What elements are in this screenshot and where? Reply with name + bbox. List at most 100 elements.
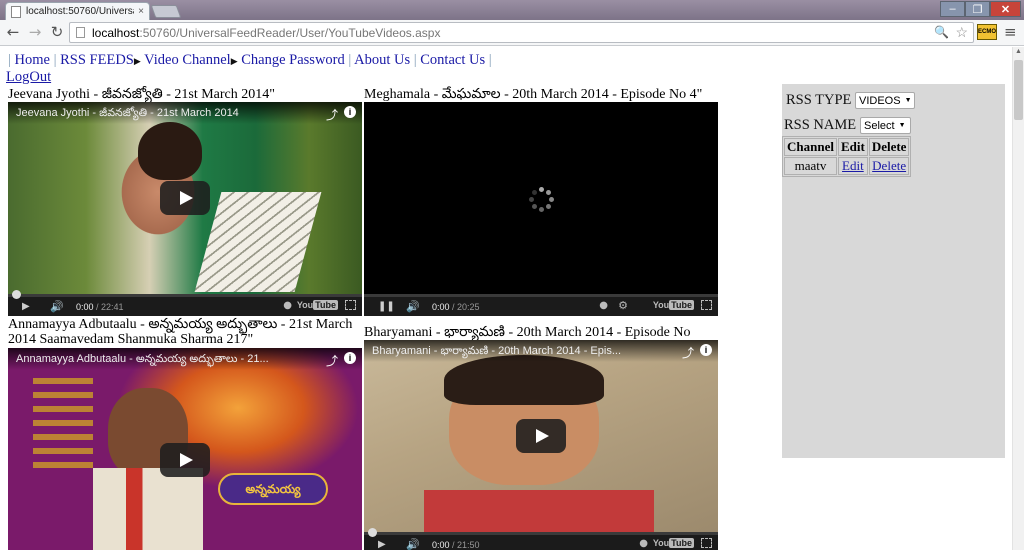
rss-name-value: Select — [864, 119, 895, 132]
maximize-button[interactable]: ❐ — [965, 1, 990, 17]
scrollbar-thumb[interactable] — [1014, 60, 1023, 120]
column-header: Channel — [784, 138, 837, 156]
play-button[interactable] — [160, 443, 210, 477]
time-duration: / 22:41 — [93, 302, 124, 312]
scrubber-handle[interactable] — [368, 528, 377, 537]
share-icon[interactable]: ⤴ — [326, 352, 338, 369]
address-bar[interactable]: localhost:50760/UniversalFeedReader/User… — [69, 22, 974, 43]
annotations-icon[interactable]: ● — [283, 300, 292, 311]
time-current: 0:00 — [432, 540, 450, 550]
edit-link[interactable]: Edit — [842, 158, 864, 173]
player-controls: ❚❚ 🔊 0:00 / 20:25 ⚙ ● You Tube — [364, 294, 718, 316]
play-icon[interactable]: ▶ — [378, 539, 386, 550]
volume-icon[interactable]: 🔊 — [406, 300, 420, 313]
channel-cell: maatv — [784, 157, 837, 175]
share-icon[interactable]: ⤴ — [682, 344, 694, 361]
page-icon — [76, 27, 85, 38]
time-display: 0:00 / 22:41 — [76, 302, 124, 312]
play-button[interactable] — [160, 181, 210, 215]
close-window-button[interactable]: ✕ — [990, 1, 1021, 17]
rss-type-value: VIDEOS — [859, 94, 901, 107]
forward-arrow-icon[interactable]: → — [25, 22, 45, 42]
nav-video-channel-link[interactable]: Video Channel — [144, 52, 231, 68]
progress-bar[interactable] — [364, 528, 718, 537]
logout-link[interactable]: LogOut — [6, 69, 51, 86]
fullscreen-icon[interactable] — [701, 538, 712, 548]
site-nav-menu: | Home | RSS FEEDS▶ Video Channel▶ Chang… — [8, 52, 492, 68]
window-titlebar: localhost:50760/Universal × – ❐ ✕ — [0, 0, 1024, 20]
browser-menu-icon[interactable]: ≡ — [1004, 23, 1017, 41]
nav-change-password-link[interactable]: Change Password — [241, 52, 345, 68]
page-favicon-icon — [11, 5, 21, 18]
video-player[interactable]: Jeevana Jyothi - జీవనజ్యోతి - 21st March… — [8, 102, 362, 316]
bookmark-star-icon[interactable]: ☆ — [955, 24, 968, 41]
player-title[interactable]: Bharyamani - భార్యామణి - 20th March 2014… — [364, 340, 718, 362]
submenu-arrow-icon: ▶ — [133, 56, 141, 66]
player-title[interactable]: Jeevana Jyothi - జీవనజ్యోతి - 21st March… — [8, 102, 362, 124]
reload-icon[interactable]: ↻ — [47, 22, 67, 42]
rss-type-label: RSS TYPE — [786, 92, 852, 108]
youtube-logo[interactable]: You Tube — [653, 300, 694, 310]
nav-about-us-link[interactable]: About Us — [354, 52, 410, 68]
vertical-scrollbar[interactable]: ▲ — [1012, 47, 1024, 550]
fullscreen-icon[interactable] — [701, 300, 712, 310]
column-header: Delete — [868, 138, 910, 156]
fullscreen-icon[interactable] — [345, 300, 356, 310]
time-display: 0:00 / 21:50 — [432, 540, 480, 550]
player-title[interactable]: Annamayya Adbutaalu - అన్నమయ్య అద్భుతాలు… — [8, 348, 362, 370]
time-display: 0:00 / 20:25 — [432, 302, 480, 312]
youtube-logo[interactable]: You Tube — [653, 538, 694, 548]
extension-icon[interactable]: ECMO — [977, 24, 997, 40]
video-player[interactable]: ❚❚ 🔊 0:00 / 20:25 ⚙ ● You Tube — [364, 102, 718, 316]
annotations-icon[interactable]: ● — [599, 300, 608, 311]
player-controls: ▶ 🔊 0:00 / 21:50 ● You Tube — [364, 528, 718, 550]
youtube-logo[interactable]: You Tube — [297, 300, 338, 310]
nav-contact-us-link[interactable]: Contact Us — [420, 52, 485, 68]
info-icon[interactable]: i — [700, 344, 712, 356]
video-title: Jeevana Jyothi - జీవనజ్యోతి - 21st March… — [8, 87, 275, 102]
settings-gear-icon[interactable]: ⚙ — [618, 299, 628, 312]
url-host: localhost — [92, 25, 140, 40]
scrubber-handle[interactable] — [12, 290, 21, 299]
video-title: Annamayya Adbutaalu - అన్నమయ్య అద్భుతాలు… — [8, 317, 353, 347]
progress-bar[interactable] — [364, 294, 718, 297]
back-arrow-icon[interactable]: ← — [3, 22, 23, 42]
browser-tab[interactable]: localhost:50760/Universal × — [5, 2, 150, 20]
channel-table: Channel Edit Delete maatv Edit Delete — [782, 136, 912, 177]
rss-name-label: RSS NAME — [784, 117, 857, 133]
zoom-icon[interactable]: 🔍 — [934, 25, 949, 39]
volume-icon[interactable]: 🔊 — [50, 300, 64, 313]
time-current: 0:00 — [432, 302, 450, 312]
browser-toolbar: ← → ↻ localhost:50760/UniversalFeedReade… — [0, 20, 1024, 46]
table-header-row: Channel Edit Delete — [784, 138, 910, 156]
info-icon[interactable]: i — [344, 106, 356, 118]
submenu-arrow-icon: ▶ — [230, 56, 238, 66]
play-button[interactable] — [516, 419, 566, 453]
rss-name-select[interactable]: Select ▼ — [860, 117, 911, 134]
nav-home-link[interactable]: Home — [15, 52, 50, 68]
player-controls: ▶ 🔊 0:00 / 22:41 ● You Tube — [8, 290, 362, 316]
share-icon[interactable]: ⤴ — [326, 106, 338, 123]
nav-rss-feeds-link[interactable]: RSS FEEDS — [60, 52, 134, 68]
annotations-icon[interactable]: ● — [639, 538, 648, 549]
info-icon[interactable]: i — [344, 352, 356, 364]
rss-type-select[interactable]: VIDEOS ▼ — [855, 92, 915, 109]
volume-icon[interactable]: 🔊 — [406, 538, 420, 550]
new-tab-button[interactable] — [150, 5, 182, 18]
edit-cell: Edit — [837, 157, 868, 175]
play-icon[interactable]: ▶ — [22, 301, 30, 312]
delete-link[interactable]: Delete — [872, 158, 906, 173]
video-player[interactable]: Bharyamani - భార్యామణి - 20th March 2014… — [364, 340, 718, 550]
url-path: :50760/UniversalFeedReader/User/YouTubeV… — [139, 25, 441, 40]
tab-close-icon[interactable]: × — [138, 6, 144, 17]
minimize-button[interactable]: – — [940, 1, 965, 17]
pause-icon[interactable]: ❚❚ — [378, 301, 395, 312]
time-duration: / 20:25 — [449, 302, 480, 312]
table-row: maatv Edit Delete — [784, 157, 910, 175]
progress-bar[interactable] — [8, 290, 362, 299]
time-current: 0:00 — [76, 302, 94, 312]
video-player[interactable]: అన్నమయ్య Annamayya Adbutaalu - అన్నమయ్య … — [8, 348, 362, 550]
scroll-up-arrow-icon[interactable]: ▲ — [1013, 47, 1024, 58]
column-header: Edit — [837, 138, 868, 156]
dropdown-caret-icon: ▼ — [904, 97, 912, 104]
